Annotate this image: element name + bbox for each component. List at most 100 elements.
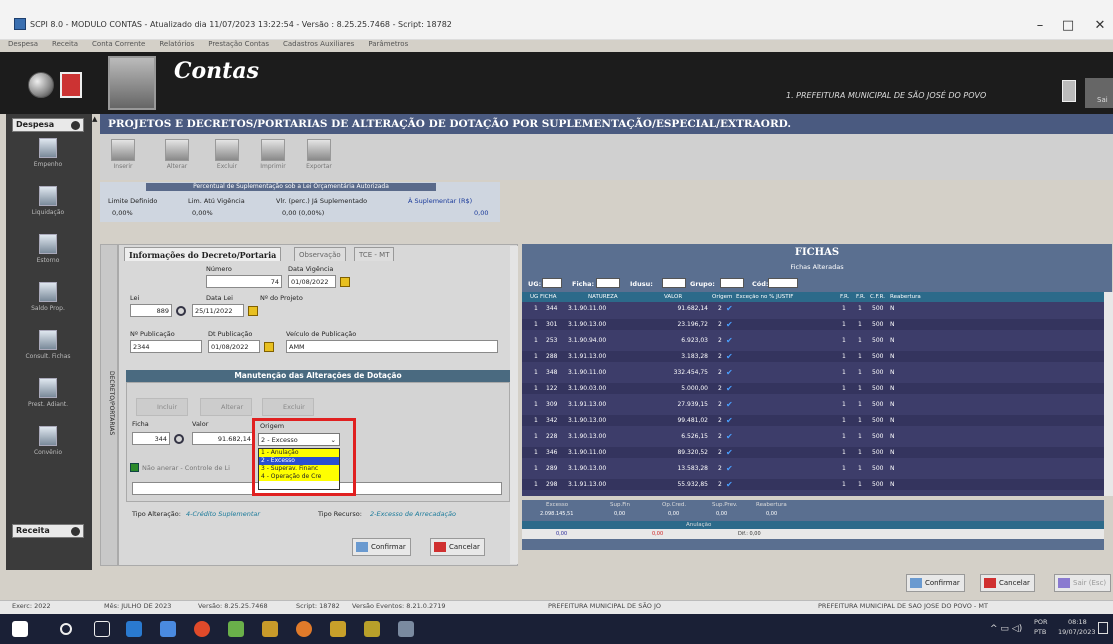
veiculo-input[interactable]: AMM: [286, 340, 498, 353]
col-cfr[interactable]: C.F.R.: [870, 294, 885, 300]
excecao-checkbox[interactable]: ✔: [726, 351, 733, 362]
filter-cod-input[interactable]: [768, 278, 798, 288]
menu-relatorios[interactable]: Relatórios: [159, 40, 194, 52]
search-icon[interactable]: [60, 623, 72, 635]
valor-input[interactable]: 91.682,14: [192, 432, 254, 445]
excecao-checkbox[interactable]: ✔: [726, 415, 733, 426]
nav-item-prest-adiant[interactable]: Prest. Adiant.: [12, 376, 84, 422]
table-row[interactable]: [522, 415, 1104, 426]
fichas-scrollbar[interactable]: [1104, 292, 1113, 496]
app-icon-gold-2[interactable]: [330, 621, 346, 637]
vigencia-input[interactable]: 01/08/2022: [288, 275, 336, 288]
col-origem[interactable]: Origem: [712, 294, 732, 300]
app-icon-green[interactable]: [228, 621, 244, 637]
col-fr2[interactable]: F.R.: [856, 294, 865, 300]
excluir-button[interactable]: Excluir: [262, 398, 314, 416]
col-reabertura[interactable]: Reabertura: [890, 294, 921, 300]
excecao-checkbox[interactable]: ✔: [726, 479, 733, 490]
excecao-checkbox[interactable]: ✔: [726, 431, 733, 442]
decreto-side-tab[interactable]: DECRETO/PORTARIAS: [100, 244, 118, 566]
nao-anerar-checkbox[interactable]: [130, 463, 139, 472]
chrome-icon[interactable]: [194, 621, 210, 637]
lang-indicator[interactable]: POR: [1034, 618, 1048, 626]
cancel-button[interactable]: Cancelar: [980, 574, 1035, 592]
filter-ficha-input[interactable]: [596, 278, 620, 288]
col-excecao[interactable]: Exceção no % JUSTIF: [736, 294, 793, 300]
nav-item-empenho[interactable]: Empenho: [12, 136, 84, 182]
alter-button[interactable]: Alterar: [160, 139, 194, 177]
app-icon-gold-3[interactable]: [364, 621, 380, 637]
menu-despesa[interactable]: Despesa: [8, 40, 38, 52]
table-row[interactable]: [522, 367, 1104, 378]
table-row[interactable]: [522, 463, 1104, 474]
clock-time[interactable]: 08:18: [1068, 618, 1087, 626]
table-row[interactable]: [522, 383, 1104, 394]
menu-cadastros-auxiliares[interactable]: Cadastros Auxiliares: [283, 40, 354, 52]
print-button[interactable]: Imprimir: [256, 139, 290, 177]
table-row[interactable]: [522, 319, 1104, 330]
calendar-icon[interactable]: [340, 277, 350, 287]
export-button[interactable]: Exportar: [302, 139, 336, 177]
calendar-icon[interactable]: [264, 342, 274, 352]
menu-parametros[interactable]: Parâmetros: [368, 40, 408, 52]
notification-icon[interactable]: [1098, 622, 1108, 634]
filter-idusu-input[interactable]: [662, 278, 686, 288]
search-icon[interactable]: [174, 434, 184, 444]
lei-input[interactable]: 889: [130, 304, 172, 317]
table-row[interactable]: [522, 431, 1104, 442]
col-valor[interactable]: VALOR: [664, 294, 682, 300]
close-button[interactable]: ✕: [1090, 18, 1110, 33]
table-row[interactable]: [522, 335, 1104, 346]
dtpub-input[interactable]: 01/08/2022: [208, 340, 260, 353]
tab-observacao[interactable]: Observação: [294, 247, 346, 261]
task-view-icon[interactable]: [94, 621, 110, 637]
alterar-button[interactable]: Alterar: [200, 398, 252, 416]
nav-receita-header[interactable]: Receita: [12, 524, 84, 538]
excecao-checkbox[interactable]: ✔: [726, 399, 733, 410]
excecao-checkbox[interactable]: ✔: [726, 319, 733, 330]
calculator-icon[interactable]: [1062, 80, 1076, 102]
search-icon[interactable]: [176, 306, 186, 316]
minimize-button[interactable]: –: [1030, 18, 1050, 33]
confirm-button[interactable]: Confirmar: [906, 574, 965, 592]
form-scrollbar[interactable]: [510, 246, 518, 564]
excecao-checkbox[interactable]: ✔: [726, 463, 733, 474]
excecao-checkbox[interactable]: ✔: [726, 303, 733, 314]
tray-icons[interactable]: ^ ▭ ◁): [990, 624, 1022, 634]
ficha-input[interactable]: 344: [132, 432, 170, 445]
excecao-checkbox[interactable]: ✔: [726, 367, 733, 378]
table-row[interactable]: [522, 303, 1104, 314]
table-row[interactable]: [522, 351, 1104, 362]
excecao-checkbox[interactable]: ✔: [726, 383, 733, 394]
settings-orb-icon[interactable]: [28, 72, 54, 98]
excecao-checkbox[interactable]: ✔: [726, 447, 733, 458]
menu-prestacao-contas[interactable]: Prestação Contas: [208, 40, 269, 52]
collapse-icon[interactable]: [71, 527, 80, 536]
app-icon-gold[interactable]: [262, 621, 278, 637]
nav-item-liquidacao[interactable]: Liquidação: [12, 184, 84, 230]
col-fr1[interactable]: F.R.: [840, 294, 849, 300]
nav-despesa-header[interactable]: Despesa: [12, 118, 84, 132]
table-row[interactable]: [522, 399, 1104, 410]
numero-input[interactable]: 74: [206, 275, 282, 288]
firefox-icon[interactable]: [296, 621, 312, 637]
col-ficha[interactable]: FICHA: [540, 294, 557, 300]
calendar-icon[interactable]: [248, 306, 258, 316]
form-cancel-button[interactable]: Cancelar: [430, 538, 485, 556]
lang-indicator-2[interactable]: PTB: [1034, 628, 1046, 636]
filter-grupo-input[interactable]: [720, 278, 744, 288]
menu-conta-corrente[interactable]: Conta Corrente: [92, 40, 145, 52]
maximize-button[interactable]: □: [1058, 18, 1078, 33]
tab-tce-mt[interactable]: TCE - MT: [354, 247, 395, 261]
delete-button[interactable]: Excluir: [210, 139, 244, 177]
npublicacao-input[interactable]: 2344: [130, 340, 202, 353]
windows-start-icon[interactable]: [12, 621, 28, 637]
nav-scroll-up[interactable]: ▲: [92, 115, 100, 131]
insert-button[interactable]: Inserir: [106, 139, 140, 177]
excecao-checkbox[interactable]: ✔: [726, 335, 733, 346]
menu-receita[interactable]: Receita: [52, 40, 78, 52]
edge-icon[interactable]: [126, 621, 142, 637]
table-row[interactable]: [522, 447, 1104, 458]
exit-button[interactable]: Sair (Esc): [1054, 574, 1112, 592]
pdf-icon[interactable]: [60, 72, 82, 98]
